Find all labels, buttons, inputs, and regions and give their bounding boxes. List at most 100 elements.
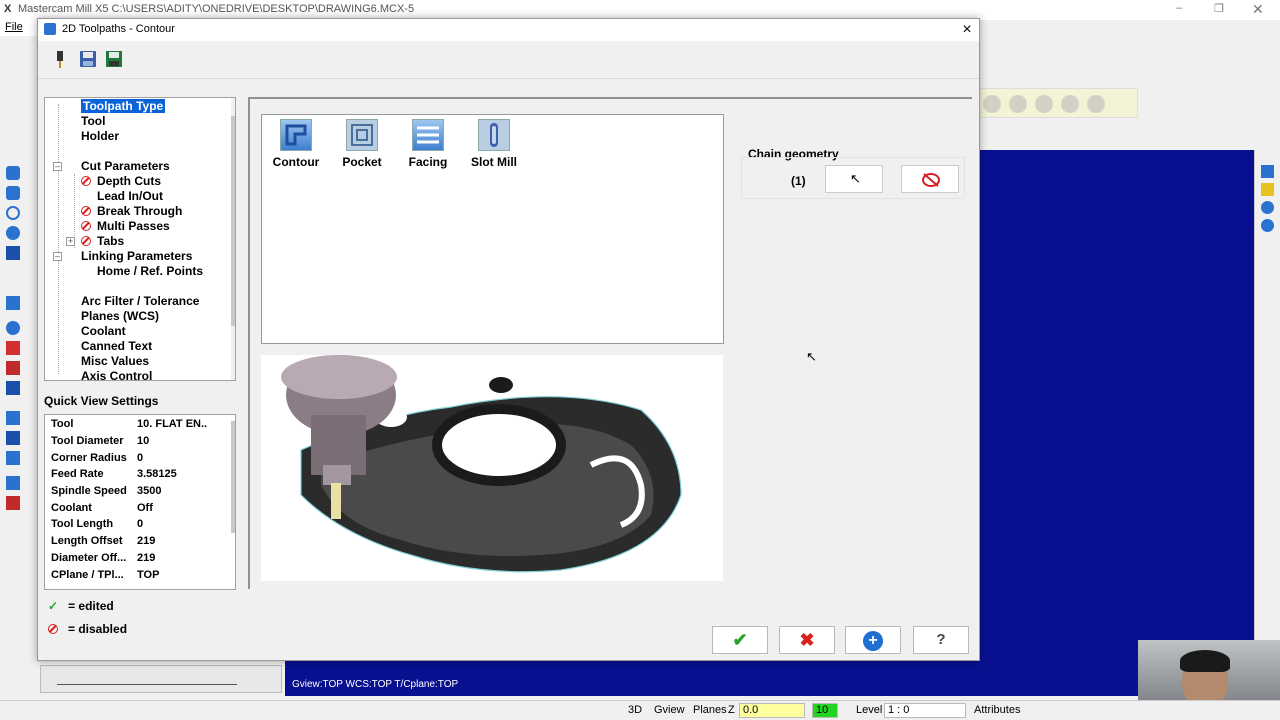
disabled-icon xyxy=(81,221,91,231)
save-all-icon[interactable] xyxy=(104,49,124,69)
tree-item-holder[interactable]: Holder xyxy=(81,129,119,144)
tool-icon[interactable] xyxy=(6,186,20,200)
checkmark-icon: ✓ xyxy=(48,599,59,613)
toolpath-type-facing[interactable]: Facing xyxy=(396,119,460,169)
qv-row: Feed Rate 3.58125 xyxy=(51,468,177,480)
tree-item-toolpath-type[interactable]: Toolpath Type xyxy=(81,99,166,114)
menu-file[interactable]: File xyxy=(5,21,23,33)
toolpath-type-contour[interactable]: Contour xyxy=(264,119,328,169)
tree-item-planes[interactable]: Planes (WCS) xyxy=(81,309,159,324)
scroll-thumb[interactable] xyxy=(231,116,235,326)
tree-item-depth-cuts[interactable]: Depth Cuts xyxy=(81,174,161,189)
help-button[interactable]: ? xyxy=(913,626,969,654)
ok-button[interactable]: ✔ xyxy=(712,626,768,654)
app-menubar: File xyxy=(0,20,40,36)
statusbar-planes[interactable]: Planes xyxy=(693,704,727,716)
dialog-titlebar: 2D Toolpaths - Contour × xyxy=(38,19,979,41)
view-icon[interactable] xyxy=(1261,183,1274,196)
tool-icon[interactable] xyxy=(6,496,20,510)
tree-item-canned-text[interactable]: Canned Text xyxy=(81,339,152,354)
tool-icon[interactable] xyxy=(6,166,20,180)
qv-row: Spindle Speed 3500 xyxy=(51,485,162,497)
statusbar-3d[interactable]: 3D xyxy=(628,704,642,716)
tree-item-lead-in-out[interactable]: Lead In/Out xyxy=(97,189,163,204)
remove-chain-button[interactable] xyxy=(901,165,959,193)
tool-info-icon[interactable] xyxy=(50,49,70,69)
toolbar-button-icon[interactable] xyxy=(1009,95,1027,113)
save-icon[interactable] xyxy=(78,49,98,69)
contour-dialog: 2D Toolpaths - Contour × Toolpath Type T… xyxy=(37,18,980,661)
toolbar-button-icon[interactable] xyxy=(1035,95,1053,113)
statusbar-attributes[interactable]: Attributes xyxy=(974,704,1020,716)
toolpath-preview-image xyxy=(261,355,723,581)
tree-item-linking-parameters[interactable]: Linking Parameters xyxy=(81,249,192,264)
collapse-linking-parameters-icon[interactable]: – xyxy=(53,252,62,261)
tree-item-misc-values[interactable]: Misc Values xyxy=(81,354,149,369)
chain-count: (1) xyxy=(791,174,806,188)
dialog-toolbar xyxy=(38,41,979,79)
maximize-icon[interactable]: ❐ xyxy=(1214,2,1224,15)
tree-item-coolant[interactable]: Coolant xyxy=(81,324,126,339)
app-close-icon[interactable]: ✕ xyxy=(1252,1,1264,18)
webcam-hair xyxy=(1180,650,1230,672)
tree-item-arc-filter[interactable]: Arc Filter / Tolerance xyxy=(81,294,199,309)
collapse-cut-parameters-icon[interactable]: – xyxy=(53,162,62,171)
app-logo-icon: X xyxy=(4,3,12,15)
tool-icon[interactable] xyxy=(6,411,20,425)
tree-item-break-through[interactable]: Break Through xyxy=(81,204,182,219)
view-icon[interactable] xyxy=(1261,165,1274,178)
dialog-app-icon xyxy=(44,23,56,35)
quick-view-scrollbar[interactable] xyxy=(231,415,235,589)
tool-icon[interactable] xyxy=(6,451,20,465)
zoom-icon[interactable] xyxy=(1261,201,1274,214)
tree-item-multi-passes[interactable]: Multi Passes xyxy=(81,219,170,234)
toolpath-type-slot-mill[interactable]: Slot Mill xyxy=(462,119,526,169)
tool-icon[interactable] xyxy=(6,431,20,445)
expand-tabs-icon[interactable]: + xyxy=(66,237,75,246)
cursor-arrow-icon: ↖ xyxy=(850,171,861,186)
tree-item-axis-control[interactable]: Axis Control xyxy=(81,369,152,380)
tree-item-tool[interactable]: Tool xyxy=(81,114,105,129)
tool-icon[interactable] xyxy=(6,381,20,395)
tree-item-cut-parameters[interactable]: Cut Parameters xyxy=(81,159,170,174)
toolpath-type-panel: Contour Pocket Facing Slot Mill xyxy=(261,114,724,344)
tool-icon[interactable] xyxy=(6,476,20,490)
legend-disabled: = disabled xyxy=(48,622,127,636)
toolbar-button-icon[interactable] xyxy=(1061,95,1079,113)
mouse-cursor-icon: ↖ xyxy=(806,349,817,364)
graphics-viewport[interactable] xyxy=(980,150,1254,695)
toolpath-type-pocket[interactable]: Pocket xyxy=(330,119,394,169)
arc-icon[interactable] xyxy=(6,206,20,220)
z-depth-field[interactable]: 0.0 xyxy=(739,703,805,718)
qv-row: CPlane / TPl... TOP xyxy=(51,569,160,581)
box-icon[interactable] xyxy=(6,246,20,260)
cancel-button[interactable]: ✖ xyxy=(779,626,835,654)
select-chain-button[interactable]: ↖ xyxy=(825,165,883,193)
left-toolbar xyxy=(0,36,38,676)
help-icon[interactable] xyxy=(1087,95,1105,113)
qv-row: Length Offset 219 xyxy=(51,535,156,547)
tree-item-tabs[interactable]: Tabs xyxy=(81,234,124,249)
tree-item-home-ref-points[interactable]: Home / Ref. Points xyxy=(97,264,203,279)
app-titlebar: X Mastercam Mill X5 C:\USERS\ADITY\ONEDR… xyxy=(0,0,1280,20)
level-field[interactable]: 1 : 0 xyxy=(884,703,966,718)
toolbar-button-icon[interactable] xyxy=(983,95,1001,113)
minimize-icon[interactable]: – xyxy=(1176,2,1182,14)
graphics-viewport-bottom[interactable]: Gview:TOP WCS:TOP T/Cplane:TOP xyxy=(285,660,1145,696)
parameter-tree[interactable]: Toolpath Type Tool Holder – Cut Paramete… xyxy=(44,97,236,381)
quick-view-panel: Tool 10. FLAT EN.. Tool Diameter 10 Corner… xyxy=(44,414,236,590)
tool-icon[interactable] xyxy=(6,321,20,335)
point-icon[interactable] xyxy=(6,226,20,240)
ops-manager-strip xyxy=(40,665,282,693)
color-field[interactable]: 10 xyxy=(812,703,838,718)
scroll-thumb[interactable] xyxy=(231,421,235,533)
facing-icon xyxy=(412,119,444,151)
zoom-icon[interactable] xyxy=(1261,219,1274,232)
tool-icon[interactable] xyxy=(6,341,20,355)
apply-button[interactable]: + xyxy=(845,626,901,654)
dialog-close-button[interactable]: × xyxy=(958,21,976,39)
tool-icon[interactable] xyxy=(6,361,20,375)
statusbar-gview[interactable]: Gview xyxy=(654,704,685,716)
tree-scrollbar[interactable] xyxy=(231,98,235,380)
tool-icon[interactable] xyxy=(6,296,20,310)
